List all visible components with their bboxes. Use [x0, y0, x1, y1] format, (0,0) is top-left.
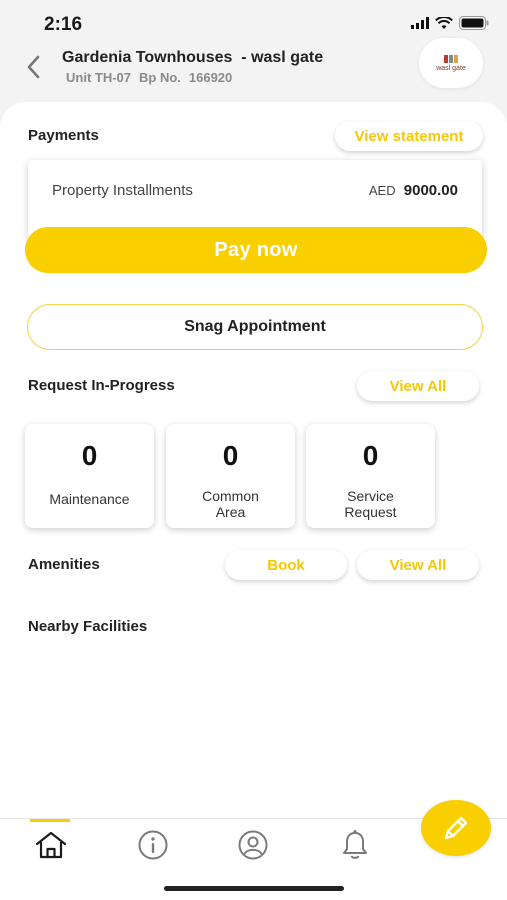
unit-number: Unit TH-07 — [66, 70, 131, 85]
pay-now-button[interactable]: Pay now — [25, 227, 487, 273]
logo-text: wasl gate — [436, 64, 466, 72]
active-tab-indicator — [30, 819, 70, 822]
tab-profile[interactable] — [233, 827, 273, 863]
home-icon — [35, 831, 67, 859]
stat-count: 0 — [81, 440, 98, 471]
signal-icon — [411, 17, 429, 29]
home-indicator — [164, 886, 344, 891]
status-bar: 2:16 — [0, 0, 507, 44]
status-time: 2:16 — [44, 14, 83, 35]
view-statement-button[interactable]: View statement — [335, 121, 483, 151]
property-title: Gardenia Townhouses - wasl gate — [62, 49, 324, 66]
stat-label: Request — [344, 504, 397, 520]
requests-title: Request In-Progress — [28, 377, 175, 394]
logo-mark — [444, 54, 458, 63]
stat-label: Service — [347, 488, 394, 504]
stat-label: Area — [215, 504, 246, 520]
stat-count: 0 — [222, 440, 239, 471]
payments-title: Payments — [28, 127, 99, 144]
bp-label: Bp No. — [139, 70, 181, 85]
requests-view-all-button[interactable]: View All — [357, 371, 479, 401]
status-icons — [411, 16, 489, 30]
service-request-card[interactable]: 0 Service Request — [306, 424, 435, 528]
property-subtitle: Unit TH-07 Bp No. 166920 — [66, 70, 232, 85]
wifi-icon — [435, 16, 453, 29]
property-header: Gardenia Townhouses - wasl gate Unit TH-… — [0, 38, 507, 100]
bp-number: 166920 — [188, 70, 233, 85]
profile-icon — [238, 830, 268, 860]
stat-label: Common — [202, 488, 259, 504]
bell-icon — [343, 830, 367, 859]
battery-icon — [459, 16, 489, 30]
stat-label: Maintenance — [49, 491, 130, 507]
info-icon — [138, 830, 168, 860]
stat-count: 0 — [362, 440, 379, 471]
chevron-left-icon — [27, 55, 40, 79]
tab-home[interactable] — [31, 827, 71, 863]
nearby-facilities-title: Nearby Facilities — [28, 618, 148, 635]
tab-info[interactable] — [133, 827, 173, 863]
wasl-gate-logo: wasl gate — [419, 38, 483, 88]
installment-label: Property Installments — [52, 182, 193, 199]
edit-fab-button[interactable] — [421, 800, 491, 856]
tab-notifications[interactable] — [335, 827, 375, 863]
amenities-title: Amenities — [28, 556, 100, 573]
snag-appointment-button[interactable]: Snag Appointment — [27, 304, 483, 350]
pencil-icon — [444, 816, 468, 840]
main-content: Payments View statement Property Install… — [0, 102, 507, 818]
back-button[interactable] — [20, 52, 46, 82]
currency-label: AED — [368, 183, 396, 198]
maintenance-card[interactable]: 0 Maintenance — [25, 424, 154, 528]
common-area-card[interactable]: 0 Common Area — [166, 424, 295, 528]
amenities-view-all-button[interactable]: View All — [357, 550, 479, 580]
amount-value: 9000.00 — [403, 182, 458, 199]
book-amenity-button[interactable]: Book — [225, 550, 347, 580]
installment-amount: AED 9000.00 — [369, 182, 458, 199]
